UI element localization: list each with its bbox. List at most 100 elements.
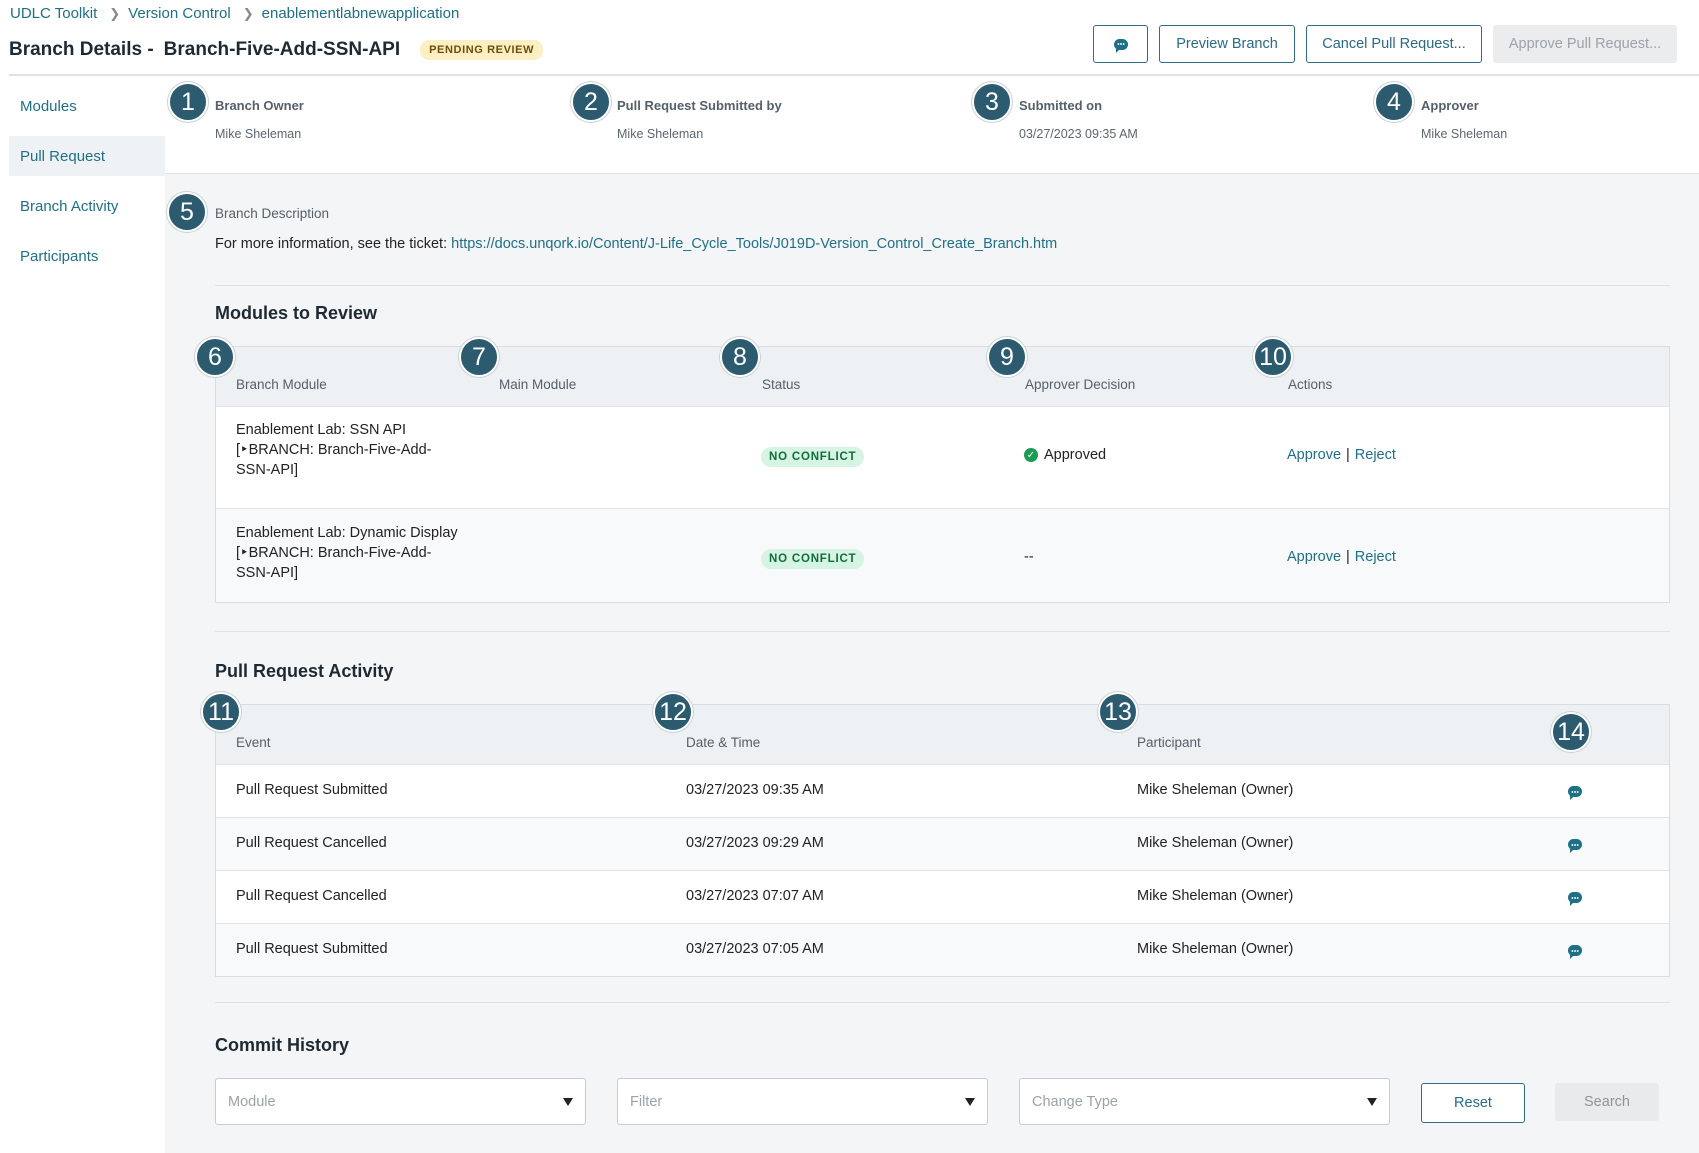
callout-number: 6: [195, 337, 235, 377]
filter-select[interactable]: Filter: [617, 1078, 988, 1125]
chevron-right-icon: ❯: [242, 5, 254, 21]
branch-description-label: Branch Description: [215, 206, 330, 221]
comment-icon: [1568, 892, 1582, 906]
callout-number: 1: [168, 82, 208, 122]
sidebar: Modules Pull Request Branch Activity Par…: [9, 76, 165, 1153]
cancel-pull-request-button[interactable]: Cancel Pull Request...: [1306, 25, 1482, 63]
breadcrumb-version-control[interactable]: Version Control: [128, 5, 231, 22]
datetime-cell: 03/27/2023 09:29 AM: [686, 835, 824, 851]
action-separator: |: [1346, 447, 1350, 463]
divider: [215, 285, 1670, 286]
callout-number: 9: [987, 337, 1027, 377]
table-row: Pull Request Cancelled 03/27/2023 09:29 …: [216, 818, 1669, 871]
comment-button[interactable]: [1568, 838, 1582, 854]
sidebar-item-participants[interactable]: Participants: [9, 236, 165, 276]
preview-branch-button[interactable]: Preview Branch: [1159, 25, 1295, 63]
filter-select-placeholder: Filter: [630, 1093, 663, 1110]
comment-button[interactable]: [1568, 891, 1582, 907]
change-type-select[interactable]: Change Type: [1019, 1078, 1390, 1125]
commit-history-title: Commit History: [215, 1035, 350, 1055]
chevron-right-icon: ❯: [109, 5, 121, 21]
comment-icon: [1568, 945, 1582, 959]
event-cell: Pull Request Cancelled: [236, 835, 387, 851]
datetime-cell: 03/27/2023 07:07 AM: [686, 888, 824, 904]
table-row: Enablement Lab: SSN API [‣BRANCH: Branch…: [216, 407, 1669, 509]
activity-table: Event Date & Time Participant Pull Reque…: [215, 704, 1670, 977]
column-header: Actions: [1288, 377, 1333, 392]
breadcrumb-application[interactable]: enablementlabnewapplication: [262, 5, 460, 22]
table-row: Pull Request Submitted 03/27/2023 07:05 …: [216, 924, 1669, 976]
table-row: Pull Request Submitted 03/27/2023 09:35 …: [216, 765, 1669, 818]
comment-icon: [1113, 38, 1128, 53]
status-badge: NO CONFLICT: [761, 447, 865, 467]
participant-cell: Mike Sheleman (Owner): [1137, 941, 1294, 957]
submitted-by-value: Mike Sheleman: [617, 127, 704, 141]
pull-request-info: 1 Branch Owner Mike Sheleman 2 Pull Requ…: [165, 76, 1699, 174]
callout-number: 13: [1098, 692, 1138, 732]
submitted-by-label: Pull Request Submitted by: [617, 98, 782, 113]
callout-number: 8: [720, 337, 760, 377]
status-cell: NO CONFLICT: [761, 447, 865, 467]
reset-button[interactable]: Reset: [1421, 1083, 1525, 1123]
ticket-link[interactable]: https://docs.unqork.io/Content/J-Life_Cy…: [451, 236, 1057, 252]
column-header: Participant: [1137, 735, 1201, 750]
top-actions: Preview Branch Cancel Pull Request... Ap…: [1093, 25, 1677, 63]
decision-text: Approved: [1044, 447, 1107, 463]
description-text: For more information, see the ticket:: [215, 236, 448, 252]
status-badge: PENDING REVIEW: [420, 40, 544, 60]
callout-number: 12: [653, 692, 693, 732]
comment-button[interactable]: [1568, 785, 1582, 801]
reject-link[interactable]: Reject: [1355, 549, 1396, 565]
sidebar-item-modules[interactable]: Modules: [9, 86, 165, 126]
action-separator: |: [1346, 549, 1350, 565]
callout-number: 14: [1551, 712, 1591, 752]
branch-module-cell: Enablement Lab: SSN API [‣BRANCH: Branch…: [236, 422, 432, 478]
modules-to-review-title: Modules to Review: [215, 303, 378, 323]
approve-link[interactable]: Approve: [1287, 447, 1341, 463]
reject-link[interactable]: Reject: [1355, 447, 1396, 463]
participant-cell: Mike Sheleman (Owner): [1137, 782, 1294, 798]
callout-number: 10: [1253, 337, 1293, 377]
callout-number: 5: [167, 192, 207, 232]
submitted-on-value: 03/27/2023 09:35 AM: [1019, 127, 1138, 141]
comment-button[interactable]: [1093, 25, 1148, 63]
sidebar-item-pull-request[interactable]: Pull Request: [9, 136, 165, 176]
table-row: Pull Request Cancelled 03/27/2023 07:07 …: [216, 871, 1669, 924]
search-button[interactable]: Search: [1555, 1083, 1659, 1121]
callout-number: 11: [201, 692, 241, 732]
approver-value: Mike Sheleman: [1421, 127, 1508, 141]
callout-number: 2: [571, 82, 611, 122]
breadcrumb-udlc-toolkit[interactable]: UDLC Toolkit: [10, 5, 97, 22]
module-select[interactable]: Module: [215, 1078, 586, 1125]
module-select-placeholder: Module: [228, 1093, 276, 1110]
status-badge: NO CONFLICT: [761, 549, 865, 569]
submitted-on-label: Submitted on: [1019, 98, 1103, 113]
actions-cell: Approve | Reject: [1287, 447, 1396, 463]
participant-cell: Mike Sheleman (Owner): [1137, 888, 1294, 904]
page-title-prefix: Branch Details -: [9, 39, 154, 60]
branch-name: Branch-Five-Add-SSN-API: [163, 39, 401, 60]
change-type-select-placeholder: Change Type: [1032, 1093, 1118, 1110]
caret-down-icon: [1367, 1098, 1377, 1106]
comment-button[interactable]: [1568, 944, 1582, 960]
datetime-cell: 03/27/2023 09:35 AM: [686, 782, 824, 798]
status-cell: NO CONFLICT: [761, 549, 865, 569]
branch-owner-value: Mike Sheleman: [215, 127, 302, 141]
sidebar-item-branch-activity[interactable]: Branch Activity: [9, 186, 165, 226]
modules-table: Branch Module Main Module Status Approve…: [215, 346, 1670, 603]
caret-down-icon: [563, 1098, 573, 1106]
column-header: Date & Time: [686, 735, 761, 750]
decision-cell: --: [1024, 549, 1034, 565]
actions-cell: Approve | Reject: [1287, 549, 1396, 565]
column-header: Event: [236, 735, 271, 750]
approve-link[interactable]: Approve: [1287, 549, 1341, 565]
branch-module-cell: Enablement Lab: Dynamic Display [‣BRANCH…: [236, 525, 458, 581]
column-header: Status: [762, 377, 801, 392]
divider: [215, 631, 1670, 632]
decision-cell: ✓ Approved: [1024, 447, 1106, 463]
callout-number: 7: [459, 337, 499, 377]
table-header: Event Date & Time Participant: [216, 705, 1669, 765]
branch-description: For more information, see the ticket: ht…: [215, 236, 1057, 252]
approver-label: Approver: [1421, 98, 1479, 113]
callout-number: 4: [1374, 82, 1414, 122]
